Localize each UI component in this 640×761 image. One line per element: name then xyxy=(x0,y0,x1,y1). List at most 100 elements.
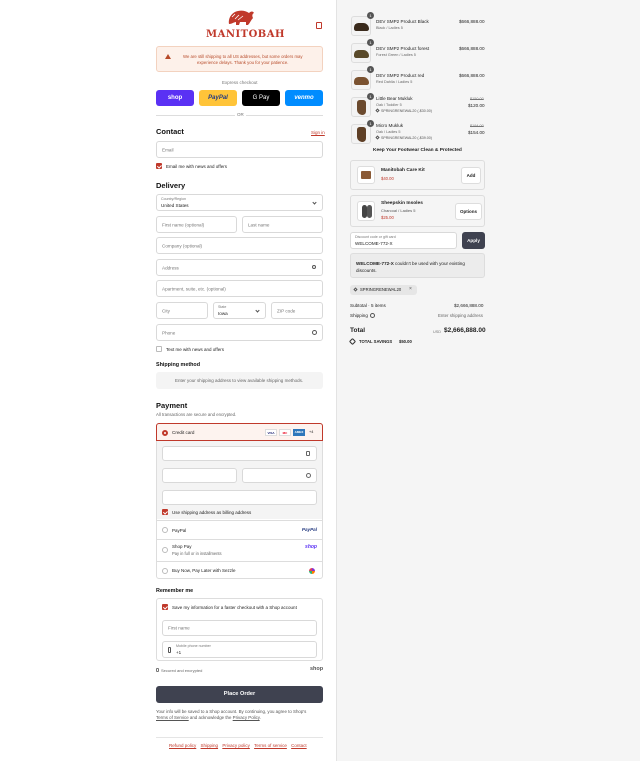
product-name: DEV SMP2 Product forest xyxy=(376,46,430,51)
shop-pay-logo: shop xyxy=(305,544,317,550)
sezzle-icon xyxy=(309,568,315,574)
warning-icon xyxy=(165,54,171,59)
apartment-placeholder: Apartment, suite, etc. (optional) xyxy=(162,286,226,291)
quantity-badge: 1 xyxy=(367,93,374,100)
company-field[interactable]: Company (optional) xyxy=(156,237,323,254)
terms-link[interactable]: Terms of Service xyxy=(156,715,189,720)
company-placeholder: Company (optional) xyxy=(162,243,203,248)
apartment-field[interactable]: Apartment, suite, etc. (optional) xyxy=(156,280,323,297)
shop-pay-button[interactable]: shop xyxy=(156,90,194,106)
city-placeholder: City xyxy=(162,308,170,313)
shipping-link[interactable]: Shipping xyxy=(201,743,219,748)
billing-checkbox[interactable] xyxy=(162,509,168,515)
sign-in-link[interactable]: Sign in xyxy=(311,130,325,135)
name-on-card-field[interactable] xyxy=(162,490,317,505)
email-field[interactable]: Email xyxy=(156,141,323,158)
contact-link[interactable]: Contact xyxy=(291,743,307,748)
paypal-radio[interactable] xyxy=(162,527,168,533)
more-cards-label: +4 xyxy=(309,430,314,434)
discount-tag: SPRINGRENEWAL20 × xyxy=(350,285,417,295)
shop-pay-option[interactable]: Shop Pay Pay in full or in installments … xyxy=(157,539,322,561)
shipping-help-icon[interactable] xyxy=(370,313,375,318)
credit-card-option[interactable]: Credit card VISA MC AMEX +4 xyxy=(156,423,323,441)
legal-connector: and acknowledge the xyxy=(188,715,233,720)
card-number-field[interactable] xyxy=(162,446,317,461)
paypal-logo: PayPal xyxy=(301,527,317,532)
state-select[interactable]: State Iowa xyxy=(213,302,266,319)
brand-logo[interactable]: MANITOBAH xyxy=(200,8,284,42)
shoe-image xyxy=(354,23,369,31)
footer-divider xyxy=(156,737,323,738)
apply-button[interactable]: Apply xyxy=(462,232,485,249)
city-field[interactable]: City xyxy=(156,302,208,319)
billing-label: Use shipping address as billing address xyxy=(172,510,252,515)
expiry-field[interactable] xyxy=(162,468,237,483)
state-value: Iowa xyxy=(218,311,228,316)
discount-label: Discount code or gift card xyxy=(355,235,396,239)
boot-image xyxy=(357,100,366,115)
zip-field[interactable]: ZIP code xyxy=(271,302,323,319)
country-value: United States xyxy=(161,203,189,208)
privacy-policy-link[interactable]: Privacy policy xyxy=(222,743,250,748)
paypal-button[interactable]: PayPal xyxy=(199,90,237,106)
shop-pay-sublabel: Pay in full or in installments xyxy=(172,551,222,556)
or-label: OR xyxy=(235,112,246,117)
product-variant: Oak / Toddler 5 xyxy=(376,103,402,107)
subtotal-value: $2,666,888.00 xyxy=(454,303,484,308)
options-button[interactable]: Options xyxy=(455,203,482,220)
text-news-checkbox[interactable] xyxy=(156,346,162,352)
line-item: 1 DEV SMP2 Product red Red Dahlia / Ladi… xyxy=(351,66,486,92)
cart-bag-icon[interactable] xyxy=(316,22,322,29)
banner-line-1: We are still shipping to all US addresse… xyxy=(183,54,303,59)
chevron-down-icon xyxy=(312,200,317,205)
address-field[interactable]: Address xyxy=(156,259,323,276)
shop-logo: shop xyxy=(310,666,324,672)
shop-pay-radio[interactable] xyxy=(162,547,168,553)
help-icon[interactable] xyxy=(306,473,311,478)
lock-icon xyxy=(156,668,159,672)
phone-field[interactable]: Phone xyxy=(156,324,323,341)
original-price: $150.00 xyxy=(470,97,484,101)
discount-field[interactable]: Discount code or gift card WELCOME-772-X xyxy=(350,232,457,249)
help-icon[interactable] xyxy=(312,330,317,335)
venmo-button[interactable]: venmo xyxy=(285,90,323,106)
credit-card-radio[interactable] xyxy=(162,430,168,436)
last-name-placeholder: Last name xyxy=(248,222,270,227)
first-name-field[interactable]: First name (optional) xyxy=(156,216,237,233)
shop-pay-label: Shop Pay xyxy=(172,544,192,549)
last-name-field[interactable]: Last name xyxy=(242,216,323,233)
remember-first-name-field[interactable]: First name xyxy=(162,620,317,636)
checkout-main: MANITOBAH We are still shipping to all U… xyxy=(0,0,336,761)
add-button[interactable]: Add xyxy=(461,167,481,184)
tag-icon xyxy=(353,287,358,292)
discount-error-line-1: WELCOME-772-X couldn't be used with your… xyxy=(356,261,465,266)
payment-heading: Payment xyxy=(156,401,188,410)
mobile-phone-value: +1 xyxy=(176,650,182,655)
refund-policy-link[interactable]: Refund policy xyxy=(169,743,196,748)
mobile-phone-field[interactable]: Mobile phone number +1 xyxy=(162,641,317,658)
sezzle-radio[interactable] xyxy=(162,568,168,574)
country-label: Country/Region xyxy=(161,197,186,201)
country-select[interactable]: Country/Region United States xyxy=(156,194,323,211)
banner-line-2: experience delays. Thank you for your pa… xyxy=(197,60,289,65)
save-info-checkbox[interactable] xyxy=(162,604,168,610)
terms-of-service-link[interactable]: Terms of service xyxy=(254,743,287,748)
privacy-link[interactable]: Privacy Policy xyxy=(233,715,260,720)
google-pay-button[interactable]: G Pay xyxy=(242,90,280,106)
product-name: DEV SMP2 Product Black xyxy=(376,19,429,24)
paypal-option[interactable]: PayPal PayPal xyxy=(157,520,322,539)
line-item: 1 Little Bear Mukluk Oak / Toddler 5 SPR… xyxy=(351,93,486,121)
product-price: $666,888.00 xyxy=(459,46,485,51)
discount-error-line-2: discounts. xyxy=(356,268,377,273)
remove-discount-icon[interactable]: × xyxy=(409,286,412,292)
phone-placeholder: Phone xyxy=(162,330,176,335)
chevron-down-icon xyxy=(255,308,260,313)
place-order-button[interactable]: Place Order xyxy=(156,686,323,703)
email-news-checkbox[interactable] xyxy=(156,163,162,169)
security-code-field[interactable] xyxy=(242,468,317,483)
upsell-price: $40.00 xyxy=(381,176,394,181)
sezzle-option[interactable]: Buy Now, Pay Later with Sezzle xyxy=(157,561,322,579)
line-item: 1 DEV SMP2 Product Black Black / Ladies … xyxy=(351,12,486,38)
product-thumbnail xyxy=(351,16,371,36)
product-name: Little Bear Mukluk xyxy=(376,96,413,101)
